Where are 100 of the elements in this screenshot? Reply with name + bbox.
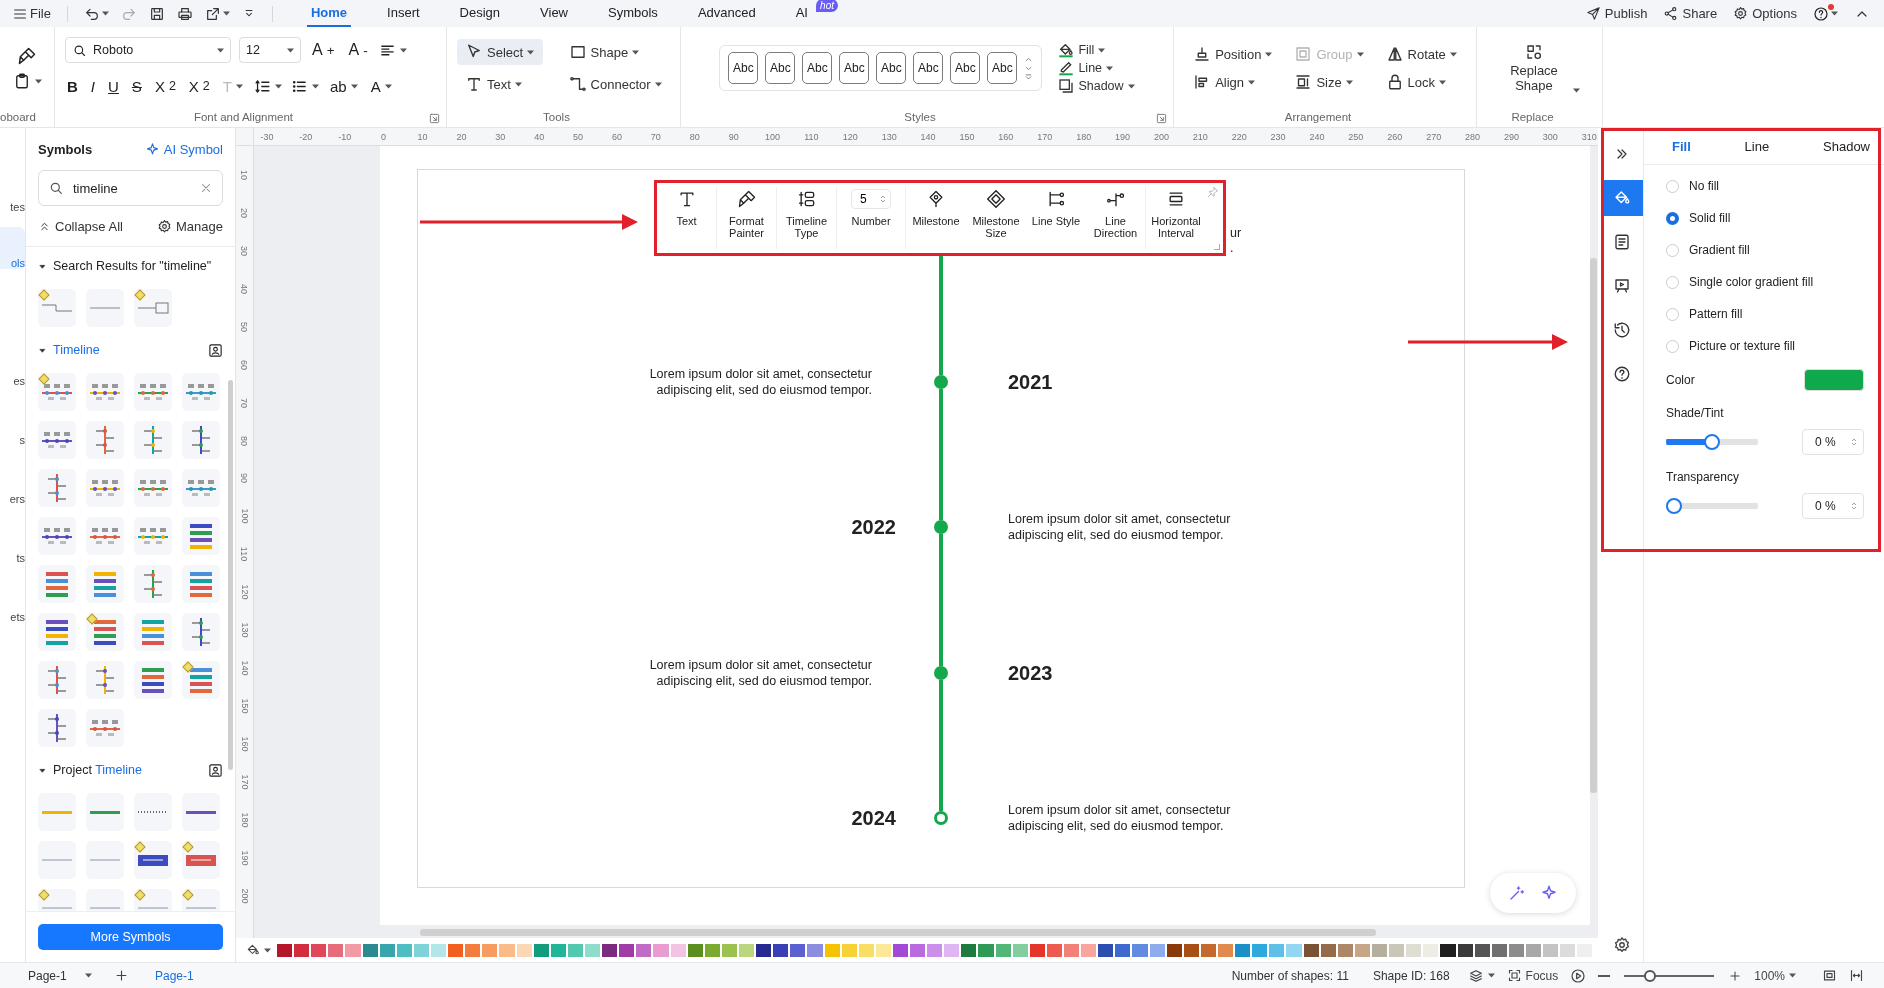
- panel-title: Symbols: [38, 141, 93, 157]
- event-description[interactable]: Lorem ipsum dolor sit amet, consectetur adipiscing elit, sed do eiusmod tempor.: [1008, 511, 1253, 543]
- style-sample[interactable]: Abc: [913, 52, 944, 84]
- tool-button[interactable]: Select: [457, 39, 543, 65]
- publish-button[interactable]: Publish: [1579, 6, 1654, 21]
- toolbar-button[interactable]: Timeline Type: [777, 187, 837, 249]
- share-button[interactable]: Share: [1657, 6, 1724, 21]
- group-label: Styles: [903, 110, 937, 125]
- fill-option[interactable]: Solid fill: [1666, 202, 1731, 234]
- toolbar-button[interactable]: Text: [657, 187, 717, 249]
- page-tab[interactable]: Page-1: [151, 968, 198, 983]
- year-label[interactable]: 2023: [1008, 661, 1053, 685]
- ribbon-tab[interactable]: Design: [455, 0, 505, 27]
- number-field[interactable]: 0 %: [1802, 429, 1864, 455]
- replace-shape-button[interactable]: Replace Shape: [1499, 43, 1569, 93]
- font-family-dropdown[interactable]: Roboto: [65, 37, 231, 63]
- shape-id: Shape ID: 168: [1371, 968, 1451, 983]
- event-description[interactable]: Lorem ipsum dolor sit amet, consectetur adipiscing elit, sed do eiusmod tempor.: [627, 657, 872, 689]
- arrange-button[interactable]: Size: [1294, 73, 1364, 91]
- options-button[interactable]: Options: [1727, 6, 1803, 21]
- arrange-button[interactable]: Position: [1193, 45, 1273, 63]
- ai-symbol-link[interactable]: AI Symbol: [144, 141, 223, 157]
- style-sample[interactable]: Abc: [950, 52, 981, 84]
- ribbon-tab[interactable]: View: [536, 0, 572, 27]
- zoom-dropdown[interactable]: 100%: [1748, 968, 1802, 983]
- search-field[interactable]: timeline: [38, 170, 223, 206]
- nav-item[interactable]: tes: [0, 201, 25, 213]
- color-label: Color: [1666, 373, 1695, 387]
- section-title[interactable]: Timeline: [53, 343, 202, 357]
- style-sample[interactable]: Abc: [765, 52, 796, 84]
- more-symbols-button[interactable]: More Symbols: [38, 924, 223, 950]
- arrange-button[interactable]: Lock: [1385, 73, 1457, 91]
- year-label[interactable]: 2024: [851, 806, 896, 830]
- arrange-button[interactable]: Align: [1193, 73, 1273, 91]
- text-case-button[interactable]: ab: [328, 77, 360, 95]
- year-label[interactable]: 2021: [1008, 370, 1053, 394]
- style-sample[interactable]: Abc: [876, 52, 907, 84]
- toolbar-button[interactable]: Milestone Size: [966, 187, 1026, 249]
- fill-option[interactable]: Gradient fill: [1666, 234, 1750, 266]
- fill-button[interactable]: Fill: [1058, 41, 1135, 59]
- vertical-ruler: 10 20 30 40 50 60 70 80 90 100 110 120 130 140 150 160 170 180 190 200: [236, 146, 254, 938]
- property-tab[interactable]: Shadow: [1815, 128, 1878, 164]
- group-label: Font and Alignment: [192, 110, 295, 125]
- style-sample[interactable]: Abc: [839, 52, 870, 84]
- event-description[interactable]: Lorem ipsum dolor sit amet, consectetur adipiscing elit, sed do eiusmod tempor.: [627, 366, 872, 398]
- nav-item[interactable]: s: [0, 434, 25, 446]
- format-button[interactable]: S: [129, 77, 144, 95]
- toolbar-button[interactable]: Milestone: [906, 187, 966, 249]
- horizontal-ruler: -30 -20 -10 0 10 20 30 40 50 60 70 80 90 100 110 120 130 140 150 160 170 180 190 200 210 220 230 240 250 260 270 280 290 300 310: [254, 128, 1598, 146]
- text-fragment: ur: [1230, 226, 1242, 240]
- fill-option[interactable]: Single color gradient fill: [1666, 266, 1814, 298]
- toolbar-button[interactable]: Horizontal Interval: [1146, 187, 1206, 249]
- nav-item[interactable]: ts: [0, 552, 25, 564]
- event-description[interactable]: Lorem ipsum dolor sit amet, consectetur adipiscing elit, sed do eiusmod tempor.: [1008, 802, 1253, 834]
- format-button[interactable]: I: [88, 77, 97, 95]
- number-field[interactable]: 0 %: [1802, 493, 1864, 519]
- group-label: oboard: [0, 110, 37, 125]
- property-tab[interactable]: Line: [1736, 128, 1778, 164]
- nav-item[interactable]: ols: [0, 227, 25, 269]
- toolbar-button[interactable]: Line Direction: [1086, 187, 1146, 249]
- slider-label: Shade/Tint: [1665, 405, 1725, 422]
- arrange-button[interactable]: Rotate: [1385, 45, 1457, 63]
- collapse-all-button[interactable]: Collapse All: [38, 218, 123, 234]
- tool-button[interactable]: Connector: [560, 71, 670, 97]
- slider-label: Transparency: [1665, 469, 1740, 486]
- manage-button[interactable]: Manage: [157, 218, 223, 234]
- shadow-button[interactable]: Shadow: [1058, 77, 1135, 95]
- toolbar-button[interactable]: Line Style: [1026, 187, 1086, 249]
- shape-count: Number of shapes: 11: [1230, 968, 1350, 983]
- fill-option[interactable]: No fill: [1666, 170, 1719, 202]
- toolbar-button[interactable]: Format Painter: [717, 187, 777, 249]
- page-dropdown[interactable]: Page-1: [0, 968, 100, 983]
- ribbon-tab[interactable]: Symbols: [604, 0, 662, 27]
- style-sample[interactable]: Abc: [987, 52, 1018, 84]
- ribbon-tab[interactable]: Advanced: [693, 0, 760, 27]
- group-label: Replace: [1510, 110, 1555, 125]
- nav-item[interactable]: ers: [0, 493, 25, 505]
- font-size-dropdown[interactable]: 12: [239, 37, 301, 63]
- section-title[interactable]: Search Results for "timeline": [53, 259, 223, 273]
- section-title[interactable]: Project Timeline: [53, 763, 202, 777]
- line-button[interactable]: Line: [1058, 59, 1135, 77]
- style-sample[interactable]: Abc: [802, 52, 833, 84]
- ribbon-tab[interactable]: Insert: [383, 0, 424, 27]
- number-spinner[interactable]: 5: [851, 189, 891, 209]
- year-label[interactable]: 2022: [851, 515, 896, 539]
- format-button[interactable]: U: [106, 77, 121, 95]
- tool-button[interactable]: Text: [457, 71, 543, 97]
- group-label: Tools: [542, 110, 571, 125]
- font-color-button[interactable]: A: [368, 77, 394, 95]
- focus-button[interactable]: Focus: [1500, 968, 1565, 983]
- spinner-label: Number: [851, 215, 891, 227]
- fill-option[interactable]: Picture or texture fill: [1666, 330, 1796, 362]
- fill-option[interactable]: Pattern fill: [1666, 298, 1743, 330]
- format-button[interactable]: B: [65, 77, 80, 95]
- style-sample[interactable]: Abc: [728, 52, 759, 84]
- nav-item[interactable]: ets: [0, 611, 25, 623]
- tool-button[interactable]: Shape: [560, 39, 670, 65]
- property-tab[interactable]: Fill: [1664, 128, 1699, 164]
- nav-item[interactable]: es: [0, 375, 25, 387]
- file-menu[interactable]: File: [8, 3, 55, 24]
